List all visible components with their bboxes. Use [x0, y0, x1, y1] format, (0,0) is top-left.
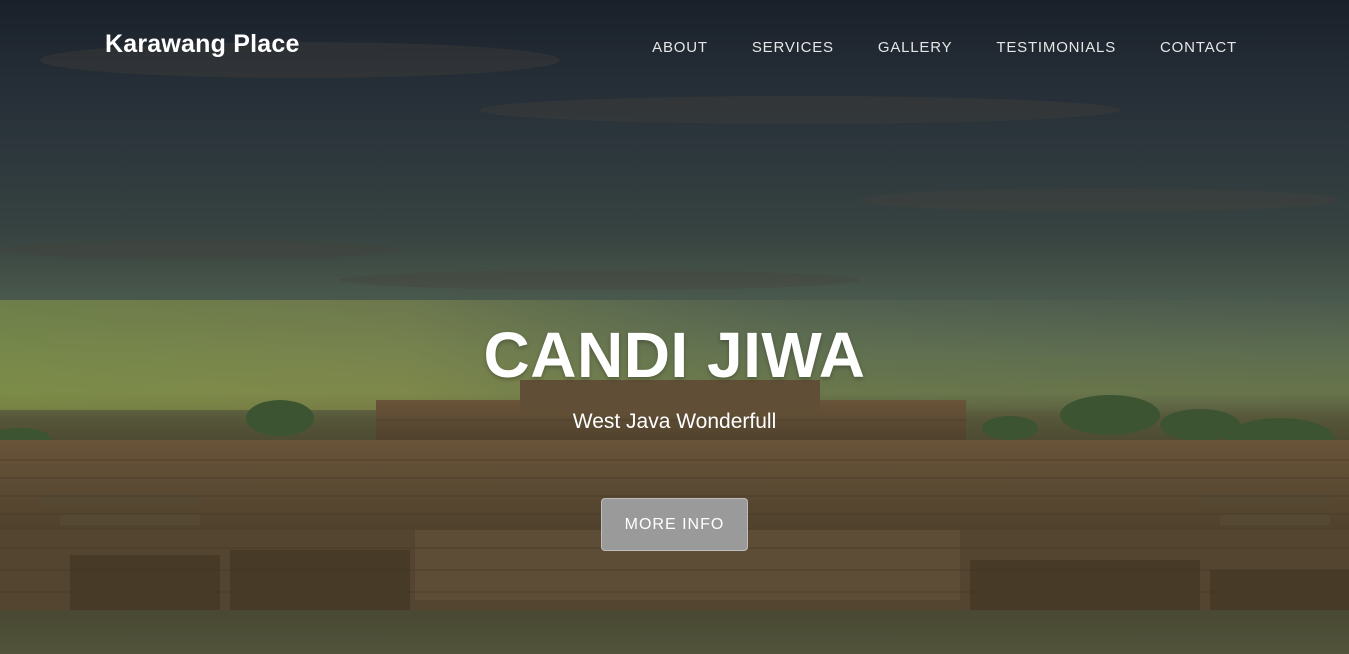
nav-links: ABOUT SERVICES GALLERY TESTIMONIALS CONT…	[652, 39, 1237, 56]
nav-link-about[interactable]: ABOUT	[652, 39, 708, 56]
hero-subtitle: West Java Wonderfull	[572, 410, 777, 433]
nav-link-testimonials[interactable]: TESTIMONIALS	[996, 39, 1116, 56]
more-info-button[interactable]: MORE INFO	[601, 498, 748, 551]
nav-link-contact[interactable]: CONTACT	[1160, 39, 1237, 56]
brand-logo[interactable]: Karawang Place	[105, 30, 300, 59]
hero-section: Karawang Place ABOUT SERVICES GALLERY TE…	[0, 0, 1349, 654]
navbar: Karawang Place ABOUT SERVICES GALLERY TE…	[0, 0, 1349, 95]
nav-link-services[interactable]: SERVICES	[752, 39, 834, 56]
nav-link-gallery[interactable]: GALLERY	[878, 39, 953, 56]
hero-title: CANDI JIWA	[483, 319, 866, 391]
hero-content: CANDI JIWA West Java Wonderfull	[0, 318, 1349, 434]
